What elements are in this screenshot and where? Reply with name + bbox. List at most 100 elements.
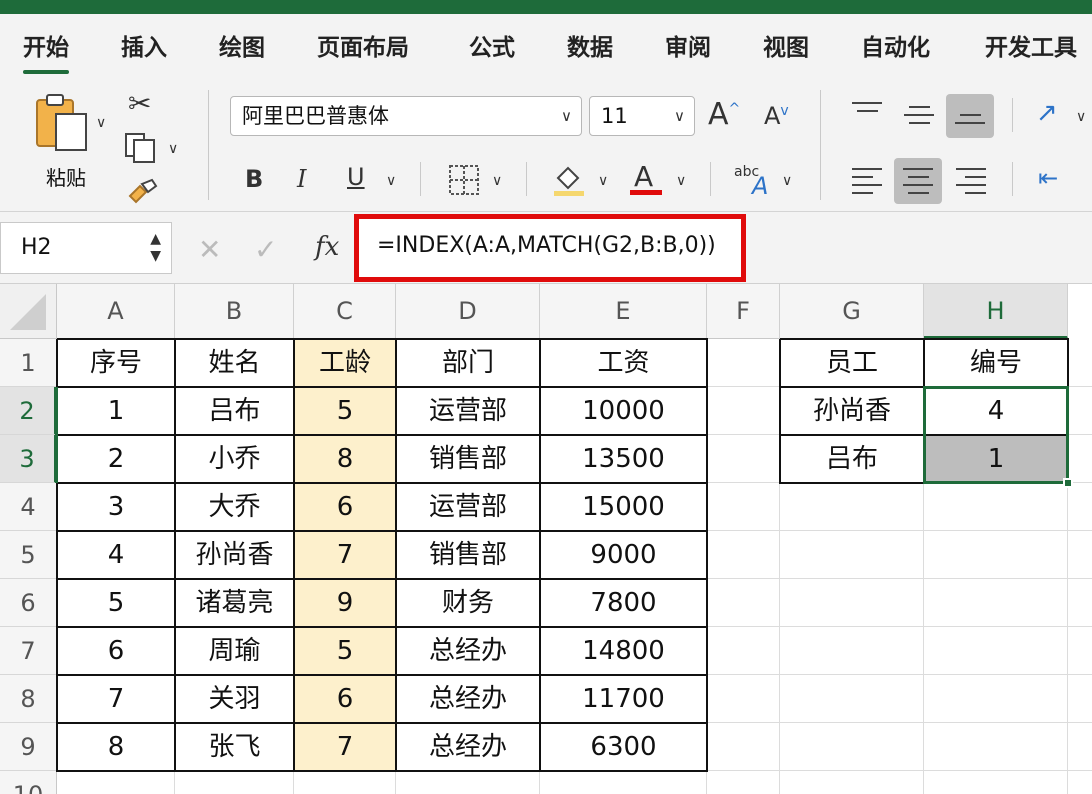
- grid-cell[interactable]: [924, 771, 1068, 794]
- text-style-icon[interactable]: abc A: [734, 162, 774, 200]
- cell-g1[interactable]: 员工: [780, 339, 924, 387]
- paste-button[interactable]: 粘贴: [30, 92, 104, 190]
- format-painter-icon[interactable]: [126, 178, 160, 206]
- grid-cell[interactable]: [707, 531, 780, 579]
- paste-dropdown-chevron-icon[interactable]: ∨: [96, 116, 106, 130]
- grid-cell[interactable]: [707, 723, 780, 771]
- cell-h1[interactable]: 编号: [924, 339, 1068, 387]
- align-bottom-button[interactable]: [946, 94, 994, 138]
- grid-cell[interactable]: [924, 483, 1068, 531]
- cell-a6[interactable]: 5: [57, 579, 175, 627]
- copy-dropdown-chevron-icon[interactable]: ∨: [168, 142, 178, 156]
- tab-automate[interactable]: 自动化: [861, 28, 930, 62]
- borders-dropdown-chevron-icon[interactable]: ∨: [492, 174, 502, 188]
- grid-cell[interactable]: [1068, 435, 1092, 483]
- text-style-dropdown-chevron-icon[interactable]: ∨: [782, 174, 792, 188]
- row-header-9[interactable]: 9: [0, 723, 57, 771]
- cell-e8[interactable]: 11700: [540, 675, 707, 723]
- grid-cell[interactable]: [1068, 387, 1092, 435]
- formula-input[interactable]: =INDEX(A:A,MATCH(G2,B:B,0)): [354, 214, 746, 282]
- row-header-2[interactable]: 2: [0, 387, 57, 435]
- cell-a4[interactable]: 3: [57, 483, 175, 531]
- cell-a3[interactable]: 2: [57, 435, 175, 483]
- tab-home[interactable]: 开始: [23, 28, 69, 74]
- column-header-d[interactable]: D: [396, 284, 540, 339]
- row-header-7[interactable]: 7: [0, 627, 57, 675]
- cell-e1[interactable]: 工资: [540, 339, 707, 387]
- grid-cell[interactable]: [924, 675, 1068, 723]
- grid-cell[interactable]: [924, 723, 1068, 771]
- column-header-g[interactable]: G: [780, 284, 924, 339]
- cell-b2[interactable]: 吕布: [175, 387, 294, 435]
- cell-a2[interactable]: 1: [57, 387, 175, 435]
- row-header-3[interactable]: 3: [0, 435, 57, 483]
- grid-cell[interactable]: [707, 387, 780, 435]
- cell-a9[interactable]: 8: [57, 723, 175, 771]
- grid-cell[interactable]: [780, 627, 924, 675]
- align-center-button[interactable]: [894, 158, 942, 204]
- cell-a7[interactable]: 6: [57, 627, 175, 675]
- grid-cell[interactable]: [780, 579, 924, 627]
- cell-d1[interactable]: 部门: [396, 339, 540, 387]
- cell-b7[interactable]: 周瑜: [175, 627, 294, 675]
- cell-c7[interactable]: 5: [294, 627, 396, 675]
- cell-c1[interactable]: 工龄: [294, 339, 396, 387]
- grid-cell[interactable]: [1068, 531, 1092, 579]
- confirm-formula-icon[interactable]: ✓: [254, 236, 277, 264]
- cell-a5[interactable]: 4: [57, 531, 175, 579]
- grid-cell[interactable]: [707, 339, 780, 387]
- cell-d4[interactable]: 运营部: [396, 483, 540, 531]
- grid-cell[interactable]: [707, 771, 780, 794]
- grid-cell[interactable]: [780, 531, 924, 579]
- font-color-dropdown-chevron-icon[interactable]: ∨: [676, 174, 686, 188]
- tab-page-layout[interactable]: 页面布局: [317, 28, 409, 62]
- align-left-icon[interactable]: [852, 168, 882, 200]
- borders-icon[interactable]: [448, 164, 480, 196]
- font-size-dropdown[interactable]: 11 ∨: [589, 96, 695, 136]
- font-family-dropdown[interactable]: 阿里巴巴普惠体 ∨: [230, 96, 582, 136]
- name-box-stepper-icon[interactable]: ▲ ▼: [150, 231, 161, 265]
- grid-cell[interactable]: [540, 771, 707, 794]
- cell-d8[interactable]: 总经办: [396, 675, 540, 723]
- grid-cell[interactable]: [924, 579, 1068, 627]
- underline-dropdown-chevron-icon[interactable]: ∨: [386, 174, 396, 188]
- cell-e9[interactable]: 6300: [540, 723, 707, 771]
- font-color-icon[interactable]: A: [630, 160, 664, 198]
- grid-cell[interactable]: [707, 483, 780, 531]
- cell-d9[interactable]: 总经办: [396, 723, 540, 771]
- tab-insert[interactable]: 插入: [121, 28, 167, 62]
- grid-cell[interactable]: [780, 675, 924, 723]
- shrink-font-icon[interactable]: Av: [764, 104, 789, 128]
- cell-b8[interactable]: 关羽: [175, 675, 294, 723]
- grid-cell[interactable]: [924, 531, 1068, 579]
- cell-b3[interactable]: 小乔: [175, 435, 294, 483]
- cell-a1[interactable]: 序号: [57, 339, 175, 387]
- orientation-dropdown-chevron-icon[interactable]: ∨: [1076, 110, 1086, 124]
- grid-cell[interactable]: [780, 483, 924, 531]
- fill-color-icon[interactable]: [552, 162, 588, 198]
- grow-font-icon[interactable]: A^: [708, 100, 740, 130]
- cell-e6[interactable]: 7800: [540, 579, 707, 627]
- cell-e7[interactable]: 14800: [540, 627, 707, 675]
- row-header-4[interactable]: 4: [0, 483, 57, 531]
- tab-data[interactable]: 数据: [567, 28, 613, 62]
- column-header-e[interactable]: E: [540, 284, 707, 339]
- cancel-formula-icon[interactable]: ✕: [198, 236, 221, 264]
- column-header-f[interactable]: F: [707, 284, 780, 339]
- cell-c8[interactable]: 6: [294, 675, 396, 723]
- grid-cell[interactable]: [1068, 339, 1092, 387]
- cell-e2[interactable]: 10000: [540, 387, 707, 435]
- select-all-corner[interactable]: [0, 284, 57, 339]
- cell-b6[interactable]: 诸葛亮: [175, 579, 294, 627]
- grid-cell[interactable]: [1068, 483, 1092, 531]
- grid-cell[interactable]: [57, 771, 175, 794]
- grid-cell[interactable]: [294, 771, 396, 794]
- cell-e5[interactable]: 9000: [540, 531, 707, 579]
- cell-e3[interactable]: 13500: [540, 435, 707, 483]
- cell-e4[interactable]: 15000: [540, 483, 707, 531]
- bold-button[interactable]: B: [245, 167, 263, 191]
- grid-cell[interactable]: [1068, 627, 1092, 675]
- grid-cell[interactable]: [707, 675, 780, 723]
- tab-view[interactable]: 视图: [763, 28, 809, 62]
- row-header-8[interactable]: 8: [0, 675, 57, 723]
